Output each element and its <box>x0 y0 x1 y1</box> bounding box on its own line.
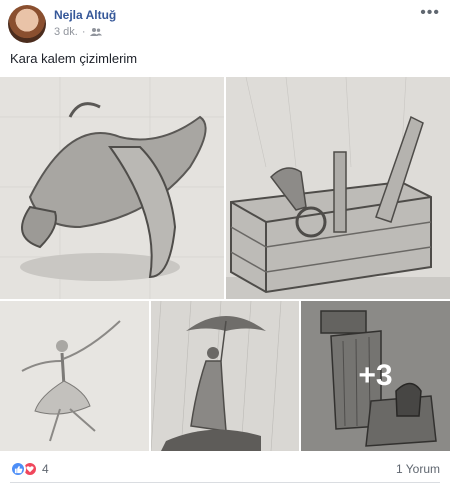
reactions-summary[interactable]: 4 <box>10 461 49 477</box>
avatar[interactable] <box>8 5 46 43</box>
comments-link[interactable]: 1 Yorum <box>396 462 440 476</box>
author-name[interactable]: Nejla Altuğ <box>54 8 116 22</box>
photo-crate-sketch[interactable] <box>226 77 450 299</box>
ballerina-sketch-image <box>0 301 149 451</box>
photo-column-sketch[interactable]: +3 <box>301 301 450 451</box>
post-footer: 4 1 Yorum <box>10 458 440 480</box>
post-header: Nejla Altuğ 3 dk. · ••• <box>0 0 450 46</box>
more-photos-overlay[interactable]: +3 <box>301 301 450 451</box>
crate-sketch-image <box>226 77 450 299</box>
photo-banana-sketch[interactable] <box>0 77 224 299</box>
post-meta: 3 dk. · <box>54 26 102 38</box>
friends-icon[interactable] <box>89 27 102 37</box>
more-options-button[interactable]: ••• <box>420 4 440 22</box>
meta-separator: · <box>81 26 86 38</box>
post-timestamp[interactable]: 3 dk. <box>54 26 78 38</box>
banana-sketch-image <box>0 77 224 299</box>
more-photos-count: +3 <box>358 359 393 392</box>
footer-divider <box>10 482 440 483</box>
photo-ballerina-sketch[interactable] <box>0 301 149 451</box>
photo-umbrella-sketch[interactable] <box>151 301 299 451</box>
umbrella-sketch-image <box>151 301 299 451</box>
reaction-count: 4 <box>42 462 49 476</box>
like-icon <box>10 461 26 477</box>
post-caption: Kara kalem çizimlerim <box>10 51 138 66</box>
